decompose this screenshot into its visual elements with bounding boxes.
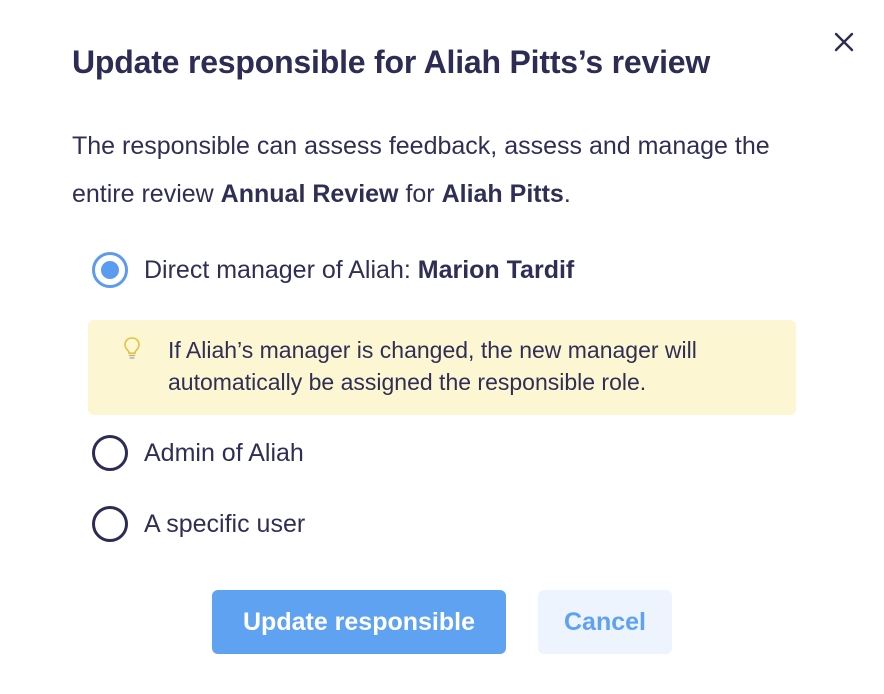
manager-change-hint: If Aliah’s manager is changed, the new m… — [88, 320, 796, 415]
description-connector: for — [398, 180, 442, 208]
dialog-description: The responsible can assess feedback, ass… — [72, 122, 812, 218]
option-specific-user[interactable]: A specific user — [92, 502, 305, 546]
hint-text: If Aliah’s manager is changed, the new m… — [168, 337, 697, 395]
dialog-title: Update responsible for Aliah Pitts’s rev… — [72, 44, 711, 80]
option-direct-manager[interactable]: Direct manager of Aliah: Marion Tardif — [92, 248, 574, 292]
update-responsible-dialog: Update responsible for Aliah Pitts’s rev… — [0, 0, 884, 694]
review-name: Annual Review — [220, 180, 399, 208]
reviewee-name: Aliah Pitts — [441, 180, 564, 208]
radio-admin[interactable] — [92, 435, 128, 471]
option-admin[interactable]: Admin of Aliah — [92, 431, 304, 475]
close-button[interactable] — [830, 28, 858, 56]
option-direct-manager-label: Direct manager of Aliah: Marion Tardif — [144, 256, 574, 285]
direct-manager-text: Direct manager of Aliah: — [144, 255, 418, 284]
lightbulb-icon — [124, 337, 140, 359]
radio-specific-user[interactable] — [92, 506, 128, 542]
close-icon — [834, 32, 854, 52]
manager-name: Marion Tardif — [417, 255, 575, 284]
option-admin-label: Admin of Aliah — [144, 438, 304, 467]
description-end: . — [563, 180, 571, 208]
radio-direct-manager[interactable] — [92, 252, 128, 288]
update-responsible-button[interactable]: Update responsible — [212, 590, 506, 654]
cancel-button[interactable]: Cancel — [538, 590, 672, 654]
option-specific-user-label: A specific user — [144, 509, 306, 538]
